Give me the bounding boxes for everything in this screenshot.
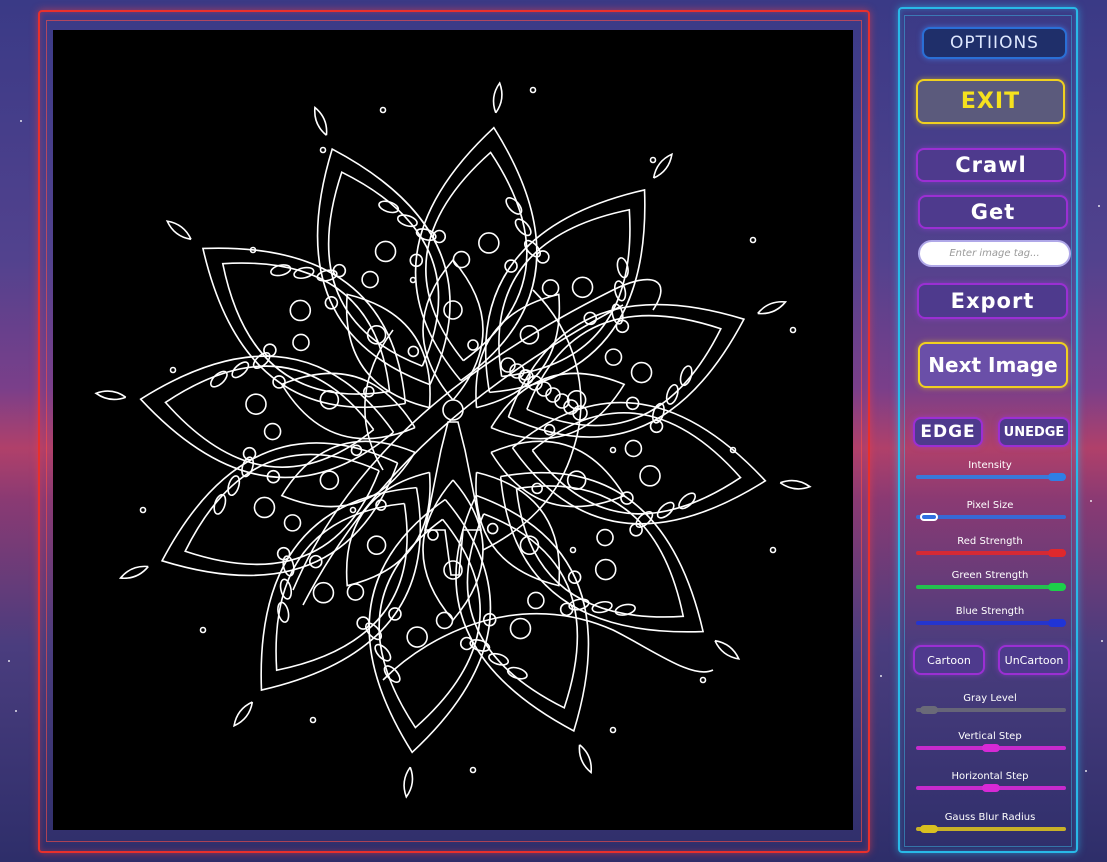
horizontal-step-label: Horizontal Step — [951, 771, 1029, 782]
edge-detected-image — [94, 81, 812, 799]
red-strength-label: Red Strength — [957, 536, 1023, 547]
next-image-button[interactable]: Next Image — [918, 342, 1068, 388]
star — [1090, 500, 1092, 502]
unedge-button[interactable]: UNEDGE — [998, 417, 1070, 447]
star — [15, 710, 17, 712]
export-button[interactable]: Export — [917, 283, 1068, 319]
intensity-slider-handle[interactable] — [1048, 473, 1066, 481]
gauss-blur-radius-slider[interactable] — [916, 827, 1066, 831]
red-strength-slider-handle[interactable] — [1048, 549, 1066, 557]
vertical-step-label: Vertical Step — [958, 731, 1022, 742]
star — [880, 675, 882, 677]
intensity-slider[interactable] — [916, 475, 1066, 479]
star — [1098, 205, 1100, 207]
image-tag-input[interactable] — [918, 240, 1071, 267]
gauss-blur-radius-slider-handle[interactable] — [919, 825, 938, 833]
gray-level-slider[interactable] — [916, 708, 1066, 712]
star — [20, 120, 22, 122]
intensity-label: Intensity — [968, 460, 1012, 471]
gray-level-label: Gray Level — [963, 693, 1017, 704]
image-canvas[interactable] — [53, 30, 853, 830]
horizontal-step-slider-handle[interactable] — [982, 784, 1000, 792]
crawl-button[interactable]: Crawl — [916, 148, 1066, 182]
green-strength-slider[interactable] — [916, 585, 1066, 589]
get-button[interactable]: Get — [918, 195, 1068, 229]
blue-strength-slider[interactable] — [916, 621, 1066, 625]
edge-button[interactable]: EDGE — [913, 417, 983, 447]
vertical-step-slider-handle[interactable] — [982, 744, 1000, 752]
green-strength-label: Green Strength — [951, 570, 1029, 581]
pixel-size-slider[interactable] — [916, 515, 1066, 519]
green-strength-slider-handle[interactable] — [1048, 583, 1066, 591]
options-header: OPTIIONS — [922, 27, 1067, 59]
star — [8, 660, 10, 662]
red-strength-slider[interactable] — [916, 551, 1066, 555]
uncartoon-button[interactable]: UnCartoon — [998, 645, 1070, 675]
blue-strength-label: Blue Strength — [955, 606, 1025, 617]
gauss-blur-radius-label: Gauss Blur Radius — [944, 812, 1036, 823]
pixel-size-slider-handle[interactable] — [919, 513, 938, 521]
star — [1101, 640, 1103, 642]
cartoon-button[interactable]: Cartoon — [913, 645, 985, 675]
gray-level-slider-handle[interactable] — [919, 706, 938, 714]
blue-strength-slider-handle[interactable] — [1048, 619, 1066, 627]
star — [1085, 770, 1087, 772]
exit-button[interactable]: EXIT — [916, 79, 1065, 124]
pixel-size-label: Pixel Size — [966, 500, 1014, 511]
